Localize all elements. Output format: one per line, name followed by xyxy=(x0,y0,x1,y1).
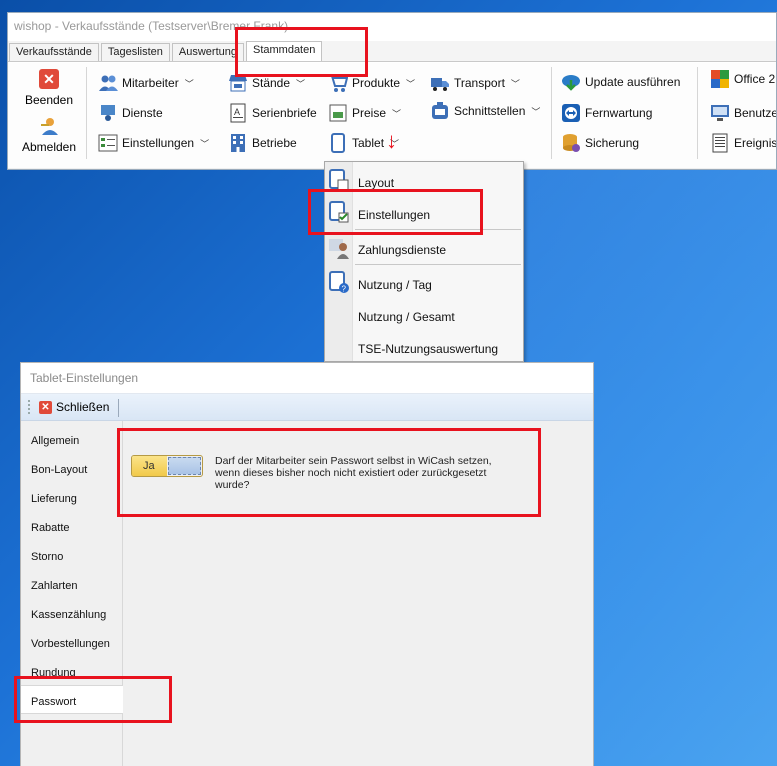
benutzer-button[interactable]: Benutzer xyxy=(710,103,776,123)
remote-support-icon xyxy=(562,104,580,122)
preise-button[interactable]: Preise ﹀ xyxy=(328,103,401,123)
close-red-icon: ✕ xyxy=(39,400,52,414)
chevron-down-icon: ﹀ xyxy=(392,108,402,119)
price-icon xyxy=(329,104,347,122)
nav-item-storno[interactable]: Storno xyxy=(21,541,123,570)
annotation-box-stammdaten xyxy=(235,27,368,77)
window-title: wishop - Verkaufsstände (Testserver\Brem… xyxy=(8,13,776,41)
services-icon xyxy=(101,105,115,121)
office-button[interactable]: Office 2 xyxy=(710,69,775,89)
serienbriefe-button[interactable]: A Serienbriefe xyxy=(228,103,317,123)
nav-item-zahlarten[interactable]: Zahlarten xyxy=(21,570,123,599)
mitarbeiter-button[interactable]: Mitarbeiter ﹀ xyxy=(98,73,194,93)
ribbon-separator xyxy=(551,67,552,159)
nav-item-allgemein[interactable]: Allgemein xyxy=(21,425,123,454)
schliessen-button[interactable]: ✕ Schließen xyxy=(39,400,109,414)
event-log-icon xyxy=(712,133,728,153)
nav-item-rabatte[interactable]: Rabatte xyxy=(21,512,123,541)
annotation-box-einstellungen xyxy=(308,189,483,235)
users-icon xyxy=(99,75,118,91)
ribbon-tabs: Verkaufsstände Tageslisten Auswertung St… xyxy=(8,41,776,62)
tablet-icon xyxy=(331,133,345,153)
database-backup-icon xyxy=(563,134,580,152)
user-monitor-icon xyxy=(711,105,729,121)
svg-text:?: ? xyxy=(342,285,347,294)
chevron-down-icon: ﹀ xyxy=(184,78,194,89)
chevron-down-icon: ﹀ xyxy=(296,78,306,89)
tab-verkaufsstaende[interactable]: Verkaufsstände xyxy=(9,43,99,61)
cloud-download-icon xyxy=(562,75,580,91)
nav-item-vorbestellungen[interactable]: Vorbestellungen xyxy=(21,628,123,657)
building-icon xyxy=(231,134,245,152)
settings-list-icon xyxy=(98,134,118,152)
ribbon-separator xyxy=(697,67,698,159)
menu-item-tse-nutzungsauswertung[interactable]: TSE-Nutzungsauswertung xyxy=(325,332,523,360)
nav-item-lieferung[interactable]: Lieferung xyxy=(21,483,123,512)
annotation-box-passwort xyxy=(14,676,172,723)
einstellungen-button[interactable]: Einstellungen ﹀ xyxy=(98,133,209,153)
tab-tageslisten[interactable]: Tageslisten xyxy=(100,43,170,61)
dienste-button[interactable]: Dienste xyxy=(98,103,163,123)
truck-icon xyxy=(431,78,449,91)
sicherung-button[interactable]: Sicherung xyxy=(561,133,639,153)
user-key-icon xyxy=(41,118,58,135)
office-icon xyxy=(711,70,729,88)
update-button[interactable]: Update ausführen xyxy=(561,72,680,92)
annotation-box-toggle xyxy=(117,428,541,517)
red-arrow-down-icon: ↓ xyxy=(386,128,397,153)
interface-icon xyxy=(432,102,448,119)
tablet-usage-icon: ? xyxy=(329,271,349,294)
close-red-icon: ✕ xyxy=(39,69,59,89)
fernwartung-button[interactable]: Fernwartung xyxy=(561,103,652,123)
letter-icon: A xyxy=(230,103,246,123)
betriebe-button[interactable]: Betriebe xyxy=(228,133,297,153)
dialog-title: Tablet-Einstellungen xyxy=(30,371,139,385)
menu-item-nutzung-gesamt[interactable]: Nutzung / Gesamt xyxy=(325,300,523,328)
chevron-down-icon: ﹀ xyxy=(531,106,541,117)
chevron-down-icon: ﹀ xyxy=(510,78,520,89)
payment-service-icon xyxy=(329,239,349,259)
ribbon-separator xyxy=(86,67,87,159)
ereignis-button[interactable]: Ereignisa xyxy=(710,133,776,153)
abmelden-button[interactable]: Abmelden xyxy=(16,115,82,161)
beenden-button[interactable]: ✕ Beenden xyxy=(16,69,82,115)
nav-item-kassenzaehlung[interactable]: Kassenzählung xyxy=(21,599,123,628)
chevron-down-icon: ﹀ xyxy=(406,78,416,89)
nav-item-bon-layout[interactable]: Bon-Layout xyxy=(21,454,123,483)
menu-item-nutzung-tag[interactable]: ? Nutzung / Tag xyxy=(325,268,523,296)
schnittstellen-button[interactable]: Schnittstellen ﹀ xyxy=(430,101,540,121)
menu-item-zahlungsdienste[interactable]: Zahlungsdienste xyxy=(325,233,523,261)
svg-text:A: A xyxy=(234,107,240,117)
dialog-toolbar: ✕ Schließen xyxy=(21,393,593,421)
tab-auswertung[interactable]: Auswertung xyxy=(171,43,244,61)
toolbar-grip xyxy=(28,400,30,416)
chevron-down-icon: ﹀ xyxy=(200,138,210,149)
transport-button[interactable]: Transport ﹀ xyxy=(430,73,520,93)
